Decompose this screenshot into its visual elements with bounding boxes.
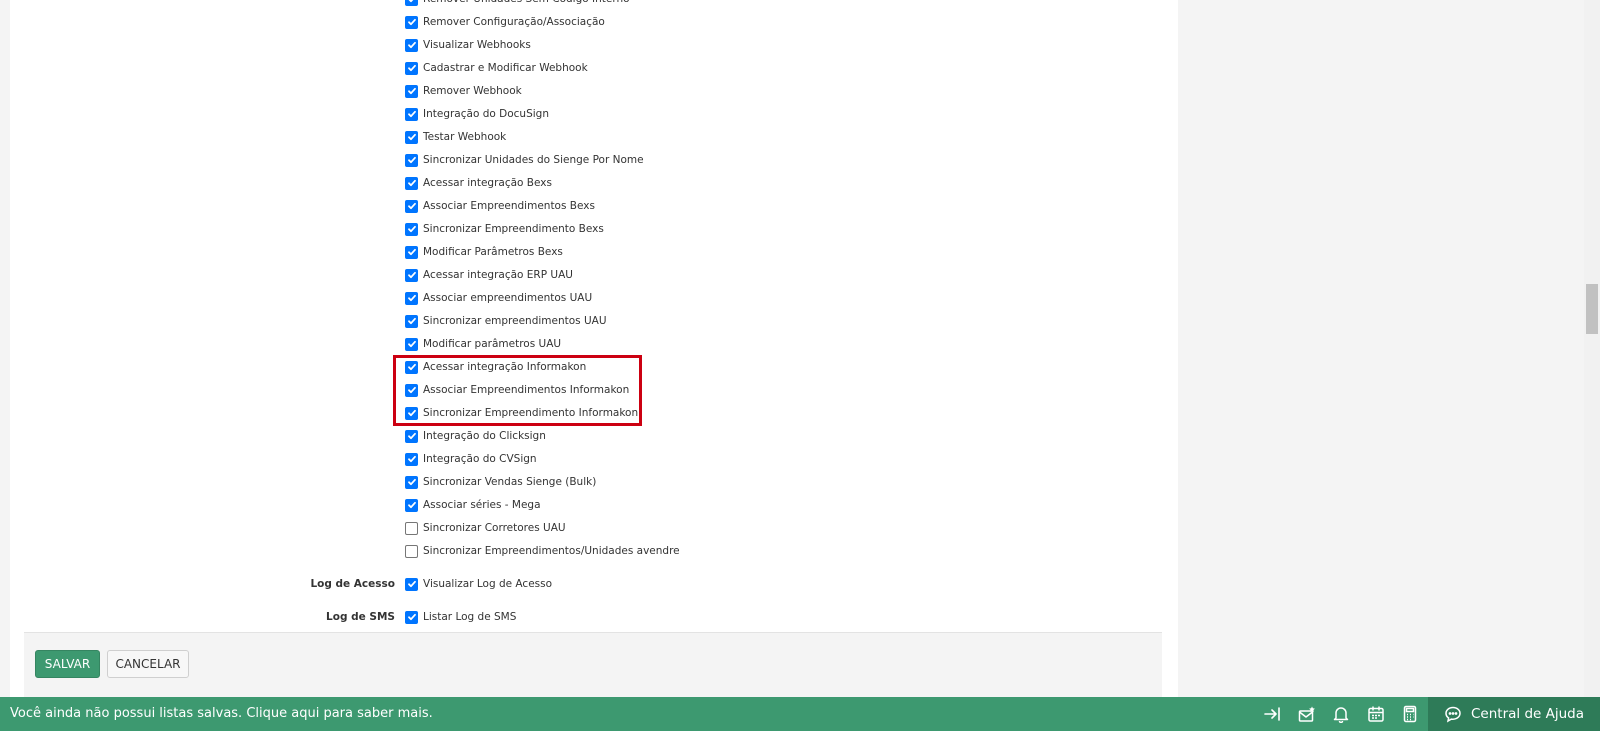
checkbox[interactable]: [405, 153, 418, 167]
help-center-button[interactable]: Central de Ajuda: [1428, 697, 1600, 731]
checkbox[interactable]: [405, 107, 418, 121]
checkbox[interactable]: [405, 337, 418, 351]
checkbox[interactable]: [405, 199, 418, 213]
checkbox-row[interactable]: Sincronizar Vendas Sienge (Bulk): [405, 474, 705, 490]
checkbox-label: Sincronizar empreendimentos UAU: [423, 315, 607, 327]
checkbox[interactable]: [405, 314, 418, 328]
checkbox[interactable]: [405, 176, 418, 190]
checkbox-label: Remover Unidades Sem Código Interno: [423, 0, 630, 5]
checkbox[interactable]: [405, 84, 418, 98]
checkbox[interactable]: [405, 222, 418, 236]
checkbox[interactable]: [405, 15, 418, 29]
help-center-label: Central de Ajuda: [1471, 706, 1584, 722]
checkbox-label: Testar Webhook: [423, 131, 507, 143]
checkbox-row[interactable]: Cadastrar e Modificar Webhook: [405, 60, 705, 76]
form-footer: [24, 632, 1162, 697]
save-button[interactable]: SALVAR: [35, 650, 100, 678]
calendar-icon[interactable]: [1366, 704, 1386, 724]
checkbox[interactable]: [405, 61, 418, 75]
chat-bubble-icon: [1445, 706, 1461, 723]
checkbox-row[interactable]: Sincronizar Corretores UAU: [405, 520, 705, 536]
checkbox-row[interactable]: Visualizar Log de Acesso: [405, 576, 705, 592]
checkbox-label: Acessar integração ERP UAU: [423, 269, 573, 281]
checkbox[interactable]: [405, 544, 418, 558]
checkbox-label: Associar empreendimentos UAU: [423, 292, 593, 304]
checkbox-label: Sincronizar Vendas Sienge (Bulk): [423, 476, 597, 488]
checkbox-row[interactable]: Sincronizar empreendimentos UAU: [405, 313, 705, 329]
checkbox[interactable]: [405, 0, 418, 6]
checkbox[interactable]: [405, 38, 418, 52]
calculator-icon[interactable]: [1400, 704, 1420, 724]
checkbox-row[interactable]: Sincronizar Empreendimentos/Unidades ave…: [405, 543, 705, 559]
checkbox-label: Acessar integração Bexs: [423, 177, 552, 189]
checkbox-label: Remover Configuração/Associação: [423, 16, 605, 28]
checkbox-label: Visualizar Log de Acesso: [423, 578, 553, 590]
mail-star-icon[interactable]: [1297, 704, 1317, 724]
checkbox[interactable]: [405, 475, 418, 489]
checkbox[interactable]: [405, 429, 418, 443]
scrollbar-thumb[interactable]: [1586, 284, 1598, 334]
checkbox-label: Associar séries - Mega: [423, 499, 541, 511]
checkbox-label: Modificar parâmetros UAU: [423, 338, 562, 350]
checkbox[interactable]: [405, 610, 418, 624]
checkbox-row[interactable]: Acessar integração ERP UAU: [405, 267, 705, 283]
checkbox-label: Integração do DocuSign: [423, 108, 549, 120]
checkbox-label: Visualizar Webhooks: [423, 39, 531, 51]
checkbox-label: Integração do CVSign: [423, 453, 537, 465]
checkbox-label: Integração do Clicksign: [423, 430, 546, 442]
checkbox-label: Modificar Parâmetros Bexs: [423, 246, 563, 258]
bell-icon[interactable]: [1331, 704, 1351, 724]
checkbox-row[interactable]: Remover Webhook: [405, 83, 705, 99]
checkbox[interactable]: [405, 498, 418, 512]
checkbox-row[interactable]: Integração do CVSign: [405, 451, 705, 467]
checkbox-row[interactable]: Sincronizar Unidades do Sienge Por Nome: [405, 152, 705, 168]
checkbox-row[interactable]: Testar Webhook: [405, 129, 705, 145]
checkbox[interactable]: [405, 291, 418, 305]
checkbox-row[interactable]: Sincronizar Empreendimento Bexs: [405, 221, 705, 237]
collapse-arrow-icon[interactable]: [1262, 704, 1282, 724]
highlight-box: [393, 355, 642, 426]
page-background: [0, 0, 10, 697]
checkbox-row[interactable]: Associar Empreendimentos Bexs: [405, 198, 705, 214]
checkbox-label: Listar Log de SMS: [423, 611, 517, 623]
checkbox-row[interactable]: Listar Log de SMS: [405, 609, 705, 625]
checkbox-label: Associar Empreendimentos Bexs: [423, 200, 595, 212]
checkbox-row[interactable]: Remover Unidades Sem Código Interno: [405, 0, 705, 7]
right-margin: [1178, 0, 1584, 697]
checkbox-row[interactable]: Integração do Clicksign: [405, 428, 705, 444]
checkbox-row[interactable]: Integração do DocuSign: [405, 106, 705, 122]
checkbox[interactable]: [405, 521, 418, 535]
checkbox-label: Sincronizar Corretores UAU: [423, 522, 566, 534]
checkbox-row[interactable]: Modificar Parâmetros Bexs: [405, 244, 705, 260]
scrollbar[interactable]: [1584, 0, 1600, 697]
checkbox[interactable]: [405, 577, 418, 591]
checkbox-row[interactable]: Associar empreendimentos UAU: [405, 290, 705, 306]
checkbox-row[interactable]: Acessar integração Bexs: [405, 175, 705, 191]
checkbox-label: Sincronizar Empreendimentos/Unidades ave…: [423, 545, 680, 557]
checkbox-row[interactable]: Associar séries - Mega: [405, 497, 705, 513]
checkbox-label: Sincronizar Unidades do Sienge Por Nome: [423, 154, 644, 166]
group-label-log-acesso: Log de Acesso: [310, 578, 395, 590]
checkbox-row[interactable]: Visualizar Webhooks: [405, 37, 705, 53]
bottom-bar: Você ainda não possui listas salvas. Cli…: [0, 697, 1600, 731]
saved-lists-message[interactable]: Você ainda não possui listas salvas. Cli…: [10, 706, 433, 721]
checkbox-label: Sincronizar Empreendimento Bexs: [423, 223, 604, 235]
cancel-button[interactable]: CANCELAR: [107, 650, 189, 678]
checkbox-label: Remover Webhook: [423, 85, 522, 97]
group-label-log-sms: Log de SMS: [326, 611, 395, 623]
checkbox[interactable]: [405, 452, 418, 466]
checkbox-row[interactable]: Modificar parâmetros UAU: [405, 336, 705, 352]
checkbox-label: Cadastrar e Modificar Webhook: [423, 62, 588, 74]
checkbox[interactable]: [405, 268, 418, 282]
checkbox[interactable]: [405, 245, 418, 259]
checkbox[interactable]: [405, 130, 418, 144]
checkbox-row[interactable]: Remover Configuração/Associação: [405, 14, 705, 30]
